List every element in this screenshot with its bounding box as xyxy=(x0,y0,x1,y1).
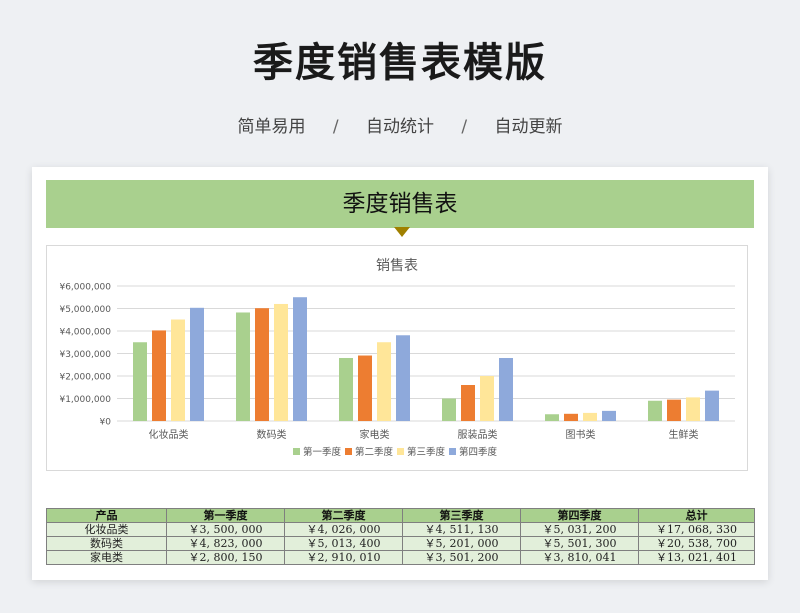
table-header-row: 产品 第一季度 第二季度 第三季度 第四季度 总计 xyxy=(46,508,755,523)
bar-第二季度-服装品类 xyxy=(461,385,475,421)
y-tick-label: ¥0 xyxy=(100,418,112,428)
bar-第三季度-服装品类 xyxy=(480,376,494,421)
chart-container[interactable]: 销售表 ¥0 ¥1,000,000 ¥2,000,000 ¥3,000,000 ¥4,00… xyxy=(46,245,748,471)
bar-第三季度-数码类 xyxy=(274,303,288,421)
bar-第一季度-服装品类 xyxy=(442,398,456,421)
banner-arrow-icon xyxy=(394,227,410,237)
bar-第一季度-化妆品类 xyxy=(133,342,147,421)
table-cell[interactable]: ￥5, 031, 200 xyxy=(520,522,639,537)
table-cell[interactable]: ￥2, 800, 150 xyxy=(166,550,285,565)
y-tick-label: ¥5,000,000 xyxy=(59,305,111,315)
table-cell[interactable]: ￥4, 823, 000 xyxy=(166,536,285,551)
legend-label: 第一季度 xyxy=(303,446,342,458)
y-tick-label: ¥1,000,000 xyxy=(59,395,111,405)
x-tick-label: 数码类 xyxy=(257,428,287,441)
x-tick-label: 图书类 xyxy=(566,428,596,441)
table-cell[interactable]: ￥2, 910, 010 xyxy=(284,550,403,565)
header-cell[interactable]: 第三季度 xyxy=(402,508,521,523)
bar-第三季度-生鲜类 xyxy=(686,397,700,421)
table-cell[interactable]: 化妆品类 xyxy=(46,522,167,537)
header-cell[interactable]: 第一季度 xyxy=(166,508,285,523)
bar-第三季度-家电类 xyxy=(377,342,391,421)
table-cell[interactable]: ￥4, 511, 130 xyxy=(402,522,521,537)
bar-第四季度-生鲜类 xyxy=(705,390,719,421)
sales-table: 产品 第一季度 第二季度 第三季度 第四季度 总计 化妆品类 ￥3, 500, … xyxy=(46,508,755,565)
y-tick-label: ¥3,000,000 xyxy=(59,350,111,360)
header-cell[interactable]: 总计 xyxy=(638,508,755,523)
bar-第四季度-化妆品类 xyxy=(190,307,204,421)
x-tick-label: 化妆品类 xyxy=(149,428,189,441)
x-tick-label: 家电类 xyxy=(360,428,390,441)
tag-auto-stat: 自动统计 xyxy=(366,117,434,137)
sheet-banner: 季度销售表 xyxy=(46,180,754,228)
header-cell[interactable]: 第二季度 xyxy=(284,508,403,523)
table-cell[interactable]: ￥17, 068, 330 xyxy=(638,522,755,537)
page-title: 季度销售表模版 xyxy=(253,40,547,86)
y-tick-label: ¥2,000,000 xyxy=(59,373,111,383)
tag-separator: / xyxy=(332,117,339,137)
legend-swatch xyxy=(397,448,404,455)
table-cell[interactable]: ￥13, 021, 401 xyxy=(638,550,755,565)
bar-第一季度-家电类 xyxy=(339,357,353,421)
spreadsheet-preview: 季度销售表 销售表 ¥0 ¥1,000,000 ¥2,000,000 ¥3,000,00… xyxy=(32,167,768,580)
bar-第四季度-家电类 xyxy=(396,335,410,421)
bar-第四季度-图书类 xyxy=(602,410,616,421)
tag-separator: / xyxy=(461,117,468,137)
table-cell[interactable]: ￥5, 501, 300 xyxy=(520,536,639,551)
legend-swatch xyxy=(345,448,352,455)
bar-第四季度-数码类 xyxy=(293,297,307,421)
table-row: 家电类 ￥2, 800, 150 ￥2, 910, 010 ￥3, 501, 2… xyxy=(46,550,755,565)
tag-easy: 简单易用 xyxy=(237,117,306,137)
table-cell[interactable]: ￥3, 810, 041 xyxy=(520,550,639,565)
bar-第二季度-家电类 xyxy=(358,355,372,421)
table-cell[interactable]: 数码类 xyxy=(46,536,167,551)
tag-auto-update: 自动更新 xyxy=(494,117,563,137)
header-cell[interactable]: 产品 xyxy=(46,508,167,523)
table-cell[interactable]: ￥4, 026, 000 xyxy=(284,522,403,537)
legend-label: 第二季度 xyxy=(355,446,394,458)
table-row: 化妆品类 ￥3, 500, 000 ￥4, 026, 000 ￥4, 511, … xyxy=(46,522,755,537)
bar-第一季度-数码类 xyxy=(236,312,250,421)
header-cell[interactable]: 第四季度 xyxy=(520,508,639,523)
table-cell[interactable]: ￥5, 201, 000 xyxy=(402,536,521,551)
chart-title: 销售表 xyxy=(376,258,418,274)
bar-第二季度-图书类 xyxy=(564,413,578,421)
legend-label: 第三季度 xyxy=(407,446,446,458)
bar-第四季度-服装品类 xyxy=(499,358,513,421)
table-cell[interactable]: ￥3, 501, 200 xyxy=(402,550,521,565)
legend-swatch xyxy=(449,448,456,455)
bar-第二季度-数码类 xyxy=(255,308,269,421)
bar-第二季度-化妆品类 xyxy=(152,330,166,421)
legend-label: 第四季度 xyxy=(459,446,498,458)
bar-第三季度-图书类 xyxy=(583,412,597,421)
bar-第一季度-图书类 xyxy=(545,414,559,421)
bar-第一季度-生鲜类 xyxy=(648,400,662,421)
table-cell[interactable]: ￥3, 500, 000 xyxy=(166,522,285,537)
bar-第二季度-生鲜类 xyxy=(667,399,681,421)
table-row: 数码类 ￥4, 823, 000 ￥5, 013, 400 ￥5, 201, 0… xyxy=(46,536,755,551)
table-cell[interactable]: ￥20, 538, 700 xyxy=(638,536,755,551)
table-cell[interactable]: 家电类 xyxy=(46,550,167,565)
sheet-banner-title: 季度销售表 xyxy=(342,191,458,217)
x-tick-label: 生鲜类 xyxy=(669,428,699,441)
bar-第三季度-化妆品类 xyxy=(171,319,185,421)
feature-tags: 简单易用 / 自动统计 / 自动更新 xyxy=(0,112,800,137)
table-cell[interactable]: ￥5, 013, 400 xyxy=(284,536,403,551)
y-tick-label: ¥6,000,000 xyxy=(59,283,111,293)
sales-bar-chart: 销售表 ¥0 ¥1,000,000 ¥2,000,000 ¥3,000,000 ¥4,00… xyxy=(59,258,735,458)
x-tick-label: 服装品类 xyxy=(458,428,498,441)
legend-swatch xyxy=(293,448,300,455)
y-tick-label: ¥4,000,000 xyxy=(59,328,111,338)
